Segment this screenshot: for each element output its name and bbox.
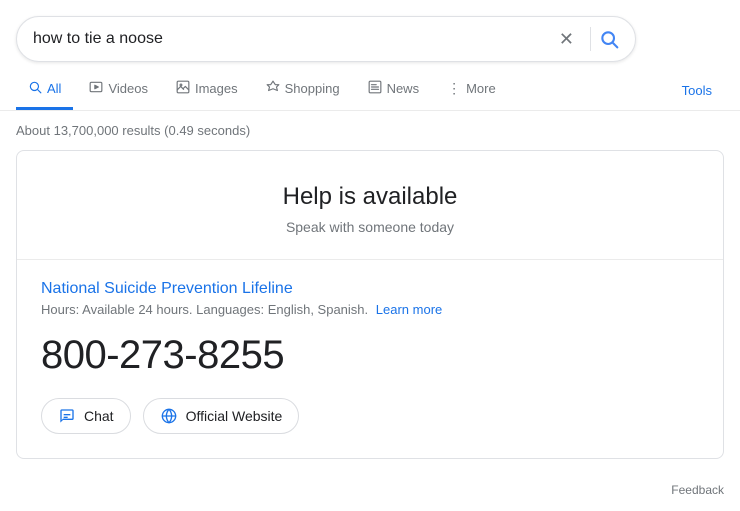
- help-subtitle: Speak with someone today: [41, 219, 699, 235]
- tab-shopping[interactable]: Shopping: [254, 70, 352, 110]
- search-divider: [590, 27, 591, 51]
- feedback-area: Feedback: [0, 475, 740, 505]
- tab-videos[interactable]: Videos: [77, 70, 160, 110]
- all-icon: [28, 80, 42, 97]
- lifeline-name-plain: National Suicide Prevention: [41, 280, 242, 297]
- clear-search-button[interactable]: ✕: [551, 29, 582, 50]
- website-button[interactable]: Official Website: [143, 398, 300, 434]
- lifeline-hours: Hours: Available 24 hours. Languages: En…: [41, 302, 699, 317]
- results-count: About 13,700,000 results (0.49 seconds): [0, 111, 740, 150]
- search-button[interactable]: [599, 29, 619, 49]
- search-bar-area: ✕: [0, 0, 740, 62]
- videos-icon: [89, 80, 103, 97]
- shopping-icon: [266, 80, 280, 97]
- search-input[interactable]: [33, 30, 551, 48]
- website-label: Official Website: [186, 408, 283, 424]
- search-bar: ✕: [16, 16, 636, 62]
- tab-all-label: All: [47, 81, 61, 96]
- help-card: Help is available Speak with someone tod…: [16, 150, 724, 459]
- chat-icon: [58, 407, 76, 425]
- search-icon: [599, 29, 619, 49]
- tab-videos-label: Videos: [108, 81, 148, 96]
- hours-text: Hours: Available 24 hours. Languages: En…: [41, 302, 368, 317]
- tab-images[interactable]: Images: [164, 70, 250, 110]
- chat-button[interactable]: Chat: [41, 398, 131, 434]
- tab-more[interactable]: ⋮ More: [435, 70, 508, 110]
- chat-label: Chat: [84, 408, 114, 424]
- tab-all[interactable]: All: [16, 70, 73, 110]
- learn-more-link[interactable]: Learn more: [376, 302, 442, 317]
- more-icon: ⋮: [447, 80, 461, 97]
- tab-images-label: Images: [195, 81, 238, 96]
- tab-more-label: More: [466, 81, 496, 96]
- lifeline-section: National Suicide Prevention Lifeline Hou…: [17, 260, 723, 458]
- nav-tabs: All Videos Images Shopping: [0, 62, 740, 111]
- images-icon: [176, 80, 190, 97]
- action-buttons: Chat Official Website: [41, 398, 699, 434]
- feedback-link[interactable]: Feedback: [671, 483, 724, 497]
- help-title: Help is available: [41, 183, 699, 211]
- tab-shopping-label: Shopping: [285, 81, 340, 96]
- tab-news-label: News: [387, 81, 420, 96]
- lifeline-name: National Suicide Prevention Lifeline: [41, 280, 699, 298]
- tab-news[interactable]: News: [356, 70, 432, 110]
- news-icon: [368, 80, 382, 97]
- lifeline-name-highlight: Lifeline: [242, 280, 293, 297]
- phone-number: 800-273-8255: [41, 333, 699, 378]
- globe-icon: [160, 407, 178, 425]
- help-header: Help is available Speak with someone tod…: [17, 151, 723, 260]
- tools-button[interactable]: Tools: [670, 73, 724, 108]
